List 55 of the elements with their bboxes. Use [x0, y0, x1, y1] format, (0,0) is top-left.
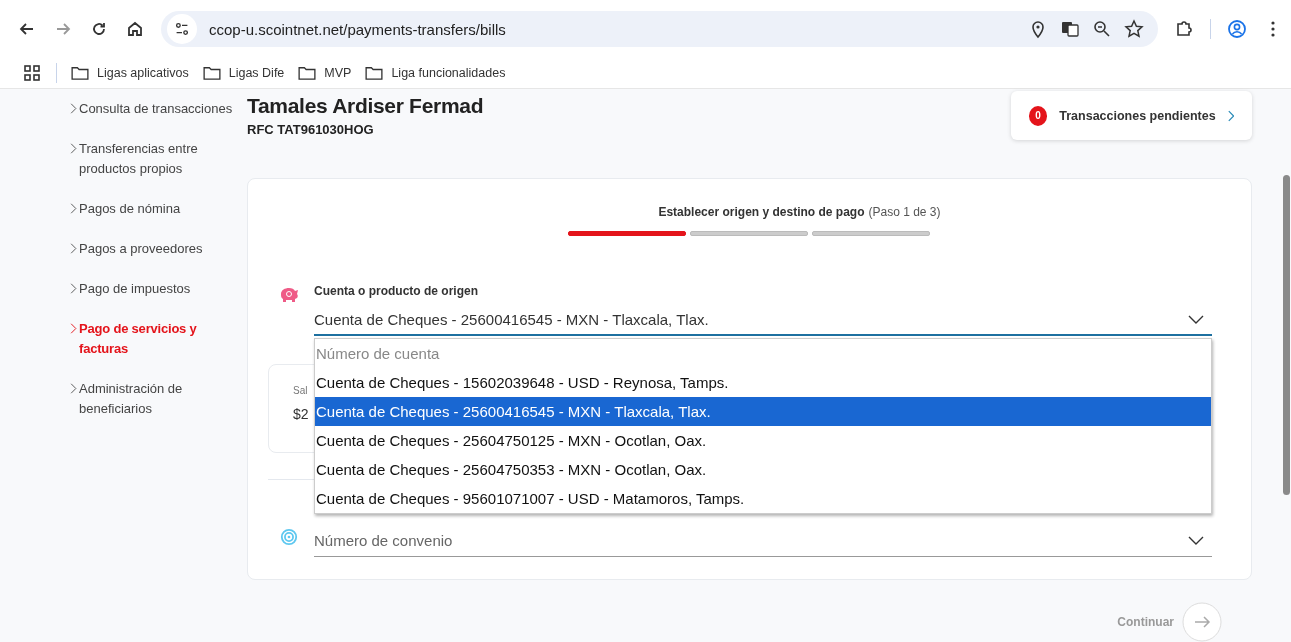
- star-icon[interactable]: [1124, 19, 1144, 39]
- sidebar-item[interactable]: Pago de servicios y facturas: [70, 319, 242, 359]
- dropdown-option[interactable]: Cuenta de Cheques - 25604750353 - MXN - Ocotlan, Oax.: [315, 454, 1211, 484]
- dropdown-option[interactable]: Cuenta de Cheques - 25604750125 - MXN - Ocotlan, Oax.: [315, 425, 1211, 455]
- pending-transactions-button[interactable]: 0 Transacciones pendientes: [1011, 91, 1252, 140]
- rfc-text: RFC TAT961030HOG: [247, 122, 375, 137]
- chevron-right-icon: [70, 203, 77, 214]
- apps-grid-icon[interactable]: [22, 63, 42, 83]
- sidebar-item[interactable]: Administración de beneficiarios: [70, 379, 242, 419]
- chevron-right-icon: [1227, 109, 1234, 122]
- address-bar[interactable]: ccop-u.scointnet.net/payments-transfers/bills: [161, 11, 1158, 47]
- bookmark[interactable]: MVP: [298, 66, 352, 80]
- piggy-bank-icon: [278, 285, 300, 304]
- folder-icon: [202, 66, 221, 80]
- sidebar-item[interactable]: Pago de impuestos: [70, 279, 242, 299]
- home-icon[interactable]: [125, 19, 145, 39]
- step-counter: (Paso 1 de 3): [868, 204, 941, 219]
- folder-icon: [365, 66, 384, 80]
- chevron-right-icon: [70, 383, 77, 394]
- translate-icon[interactable]: [1060, 19, 1080, 39]
- profile-icon[interactable]: [1227, 19, 1247, 39]
- balance-label: Sal: [293, 384, 308, 396]
- count-badge: 0: [1029, 105, 1048, 126]
- chevron-down-icon: [1188, 536, 1204, 546]
- sidebar-item[interactable]: Pagos a proveedores: [70, 239, 242, 259]
- target-icon: [278, 527, 300, 546]
- chevron-right-icon: [70, 143, 77, 154]
- sidebar-item[interactable]: Pagos de nómina: [70, 199, 242, 219]
- puzzle-icon[interactable]: [1174, 19, 1194, 39]
- sidebar-item[interactable]: Transferencias entre productos propios: [70, 139, 242, 179]
- chevron-right-icon: [70, 103, 77, 114]
- chevron-right-icon: [70, 243, 77, 254]
- balance-amount: $2: [293, 405, 309, 422]
- chevron-down-icon: [1188, 315, 1204, 325]
- folder-icon: [71, 66, 89, 80]
- chevron-right-icon: [70, 323, 77, 334]
- bookmark[interactable]: Ligas Dife: [202, 66, 285, 80]
- dropdown-option[interactable]: Cuenta de Cheques - 25600416545 - MXN - Tlaxcala, Tlax.: [315, 396, 1211, 426]
- origin-account-select[interactable]: Cuenta de Cheques - 25600416545 - MXN - Tlaxcala, Tlax.: [314, 305, 1212, 336]
- site-settings-icon[interactable]: [167, 14, 197, 44]
- sidebar-item[interactable]: Consulta de transacciones: [70, 99, 242, 119]
- scrollbar-thumb[interactable]: [1283, 175, 1290, 495]
- url-text[interactable]: ccop-u.scointnet.net/payments-transfers/bills: [209, 20, 506, 38]
- account-number-field[interactable]: Número de cuenta: [315, 338, 1211, 368]
- chevron-right-icon: [70, 283, 77, 294]
- bookmark[interactable]: Ligas aplicativos: [71, 66, 189, 80]
- field-label: Cuenta o producto de origen: [314, 283, 479, 298]
- company-name: Tamales Ardiser Fermad: [247, 94, 484, 118]
- zoom-out-icon[interactable]: [1092, 19, 1112, 39]
- dropdown-option[interactable]: Cuenta de Cheques - 95601071007 - USD - Matamoros, Tamps.: [315, 483, 1211, 513]
- folder-icon: [298, 66, 317, 80]
- bookmark[interactable]: Liga funcionalidades: [365, 66, 506, 80]
- agreement-number-select[interactable]: Número de convenio: [314, 525, 1212, 557]
- step-title: Establecer origen y destino de pago: [658, 204, 865, 219]
- dropdown-option[interactable]: Cuenta de Cheques - 15602039648 - USD - Reynosa, Tamps.: [315, 367, 1211, 397]
